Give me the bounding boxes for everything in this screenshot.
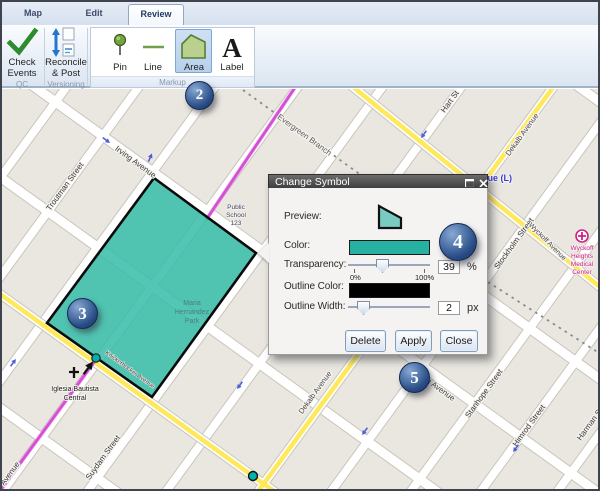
svg-text:Central: Central — [64, 395, 87, 402]
svg-text:Wyckoff: Wyckoff — [571, 245, 594, 252]
svg-text:Maria: Maria — [183, 300, 201, 307]
svg-text:Heights: Heights — [571, 253, 594, 260]
svg-text:School: School — [226, 212, 246, 219]
svg-text:Iglesia Bautista: Iglesia Bautista — [51, 386, 99, 393]
svg-text:123: 123 — [231, 220, 242, 227]
svg-text:Public: Public — [227, 204, 245, 211]
svg-text:A: A — [222, 33, 242, 63]
svg-text:Medical: Medical — [571, 261, 594, 268]
svg-text:Park: Park — [185, 318, 200, 325]
svg-text:Hernandez: Hernandez — [175, 309, 210, 316]
svg-text:Center: Center — [572, 269, 592, 276]
